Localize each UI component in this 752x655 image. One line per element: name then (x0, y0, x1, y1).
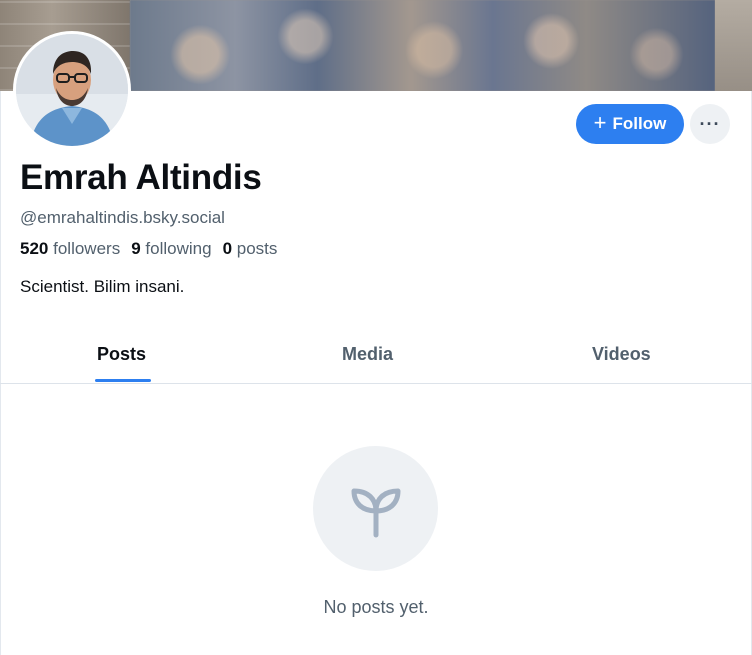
following-stat[interactable]: 9 following (131, 239, 211, 259)
avatar[interactable] (13, 31, 131, 149)
ellipsis-icon: ··· (699, 113, 721, 134)
banner-blurred-people (130, 0, 715, 91)
tab-posts[interactable]: Posts (97, 333, 146, 384)
profile-handle: @emrahaltindis.bsky.social (20, 208, 225, 227)
empty-state-icon-circle (313, 446, 438, 571)
posts-stat: 0 posts (223, 239, 278, 259)
followers-count: 520 (20, 239, 49, 258)
avatar-photo (16, 34, 128, 146)
followers-label: followers (53, 239, 121, 258)
active-tab-indicator (95, 379, 151, 382)
profile-tabs: Posts Media Videos (0, 333, 752, 384)
following-label: following (145, 239, 212, 258)
more-options-button[interactable]: ··· (690, 104, 730, 144)
follow-button[interactable]: + Follow (576, 104, 684, 144)
follow-label: Follow (612, 114, 667, 133)
followers-stat[interactable]: 520 followers (20, 239, 120, 259)
empty-state-text: No posts yet. (323, 597, 429, 617)
profile-bio: Scientist. Bilim insani. (20, 277, 185, 296)
plus-icon: + (593, 110, 607, 135)
banner-edge (715, 0, 752, 91)
display-name: Emrah Altindis (20, 158, 262, 197)
tab-media[interactable]: Media (342, 333, 393, 384)
sprout-icon (351, 488, 400, 537)
posts-label: posts (236, 239, 278, 258)
following-count: 9 (131, 239, 141, 258)
profile-stats: 520 followers 9 following 0 posts (20, 239, 277, 259)
tab-videos[interactable]: Videos (592, 333, 651, 384)
posts-count: 0 (222, 239, 233, 258)
